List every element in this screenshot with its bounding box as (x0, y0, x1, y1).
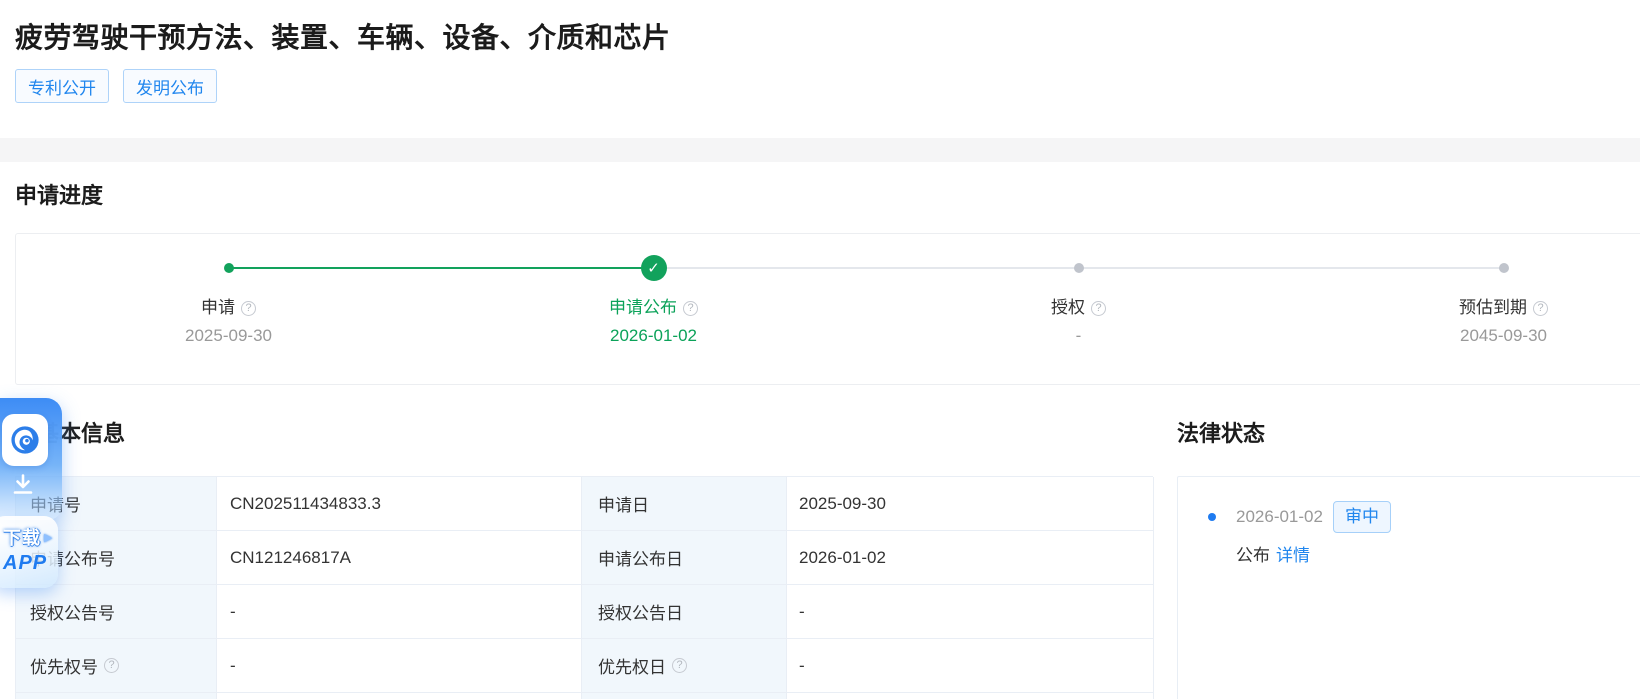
timeline-node (641, 255, 667, 281)
field-label: 优先权号 (16, 639, 217, 693)
help-icon[interactable] (683, 301, 698, 316)
legal-status-action-line: 公布详情 (1236, 541, 1391, 566)
download-arrow-icon (11, 474, 35, 500)
status-badge: 审中 (1333, 501, 1391, 533)
legal-status-section-title: 法律状态 (1177, 420, 1640, 448)
field-label (582, 693, 787, 699)
help-icon[interactable] (672, 658, 687, 673)
legal-status-date: 2026-01-02 (1236, 507, 1323, 527)
timeline-step-application: 申请 2025-09-30 (16, 234, 441, 384)
main-columns: 基本信息 申请号 CN202511434833.3 申请日 2025-09-30… (15, 420, 1640, 699)
patent-detail-page: 疲劳驾驶干预方法、装置、车辆、设备、介质和芯片 专利公开 发明公布 申请进度 申… (0, 0, 1640, 699)
timeline-node (1499, 255, 1509, 281)
help-icon[interactable] (1533, 301, 1548, 316)
timeline-step-label: 授权 (1051, 298, 1106, 318)
field-label-text: 优先权日 (598, 653, 666, 678)
timeline-step-label-text: 授权 (1051, 298, 1085, 318)
timeline-step-publication: 申请公布 2026-01-02 (441, 234, 866, 384)
legal-status-line: 2026-01-02 审中 (1236, 501, 1391, 533)
field-value: - (787, 585, 1154, 639)
bullet-dot-icon (1208, 513, 1216, 521)
section-divider (0, 138, 1640, 162)
timeline-node (224, 255, 234, 281)
detail-link[interactable]: 详情 (1276, 546, 1310, 565)
check-circle-icon (641, 255, 667, 281)
legal-status-item-body: 2026-01-02 审中 公布详情 (1236, 501, 1391, 566)
field-value: - (787, 639, 1154, 693)
field-label: 授权公告号 (16, 585, 217, 639)
app-download-widget[interactable]: 下载 ▶ APP (0, 398, 66, 590)
download-label-row: 下载 ▶ (3, 524, 58, 550)
field-label: 优先权日 (582, 639, 787, 693)
field-label-text: 申请公布日 (598, 545, 683, 570)
progress-section-title: 申请进度 (15, 182, 103, 210)
basic-info-table: 申请号 CN202511434833.3 申请日 2025-09-30 申请公布… (15, 476, 1153, 699)
timeline-step-date: 2025-09-30 (185, 326, 272, 346)
legal-status-action: 公布 (1236, 546, 1270, 565)
tianyancha-logo-icon (2, 414, 48, 466)
field-value: CN202511434833.3 (217, 477, 582, 531)
timeline-step-label-text: 申请公布 (609, 298, 677, 318)
tag-list: 专利公开 发明公布 (15, 69, 217, 103)
timeline-segment-pending (1079, 267, 1504, 269)
timeline-step-date: - (1076, 326, 1082, 346)
timeline-step-estimated-expiry: 预估到期 2045-09-30 (1291, 234, 1640, 384)
timeline-step-label: 申请公布 (609, 298, 698, 318)
field-label-text: 授权公告日 (598, 599, 683, 624)
timeline-step-date: 2045-09-30 (1460, 326, 1547, 346)
timeline-step-grant: 授权 - (866, 234, 1291, 384)
field-label: 申请公布日 (582, 531, 787, 585)
help-icon[interactable] (104, 658, 119, 673)
timeline-step-label: 预估到期 (1459, 298, 1548, 318)
field-label: 授权公告日 (582, 585, 787, 639)
app-label: APP (3, 552, 58, 575)
help-icon[interactable] (1091, 301, 1106, 316)
basic-info-section-title: 基本信息 (15, 420, 1153, 448)
legal-status-card: 2026-01-02 审中 公布详情 (1177, 476, 1640, 699)
field-value: CN121246817A (217, 531, 582, 585)
timeline-step-label: 申请 (201, 298, 256, 318)
legal-status-item: 2026-01-02 审中 公布详情 (1208, 501, 1640, 566)
field-label-text: 优先权号 (30, 653, 98, 678)
basic-info-section: 基本信息 申请号 CN202511434833.3 申请日 2025-09-30… (15, 420, 1153, 699)
field-value: - (217, 585, 582, 639)
legal-status-section: 法律状态 2026-01-02 审中 公布详情 (1177, 420, 1640, 699)
timeline-step-label-text: 申请 (201, 298, 235, 318)
app-download-widget-top (0, 398, 62, 520)
page-title: 疲劳驾驶干预方法、装置、车辆、设备、介质和芯片 (15, 22, 671, 54)
field-value: 2025-09-30 (787, 477, 1154, 531)
tag-invention-publication[interactable]: 发明公布 (123, 69, 217, 103)
field-value (787, 693, 1154, 699)
timeline-node (1074, 255, 1084, 281)
gray-dot-icon (1074, 263, 1084, 273)
page-content: 疲劳驾驶干预方法、装置、车辆、设备、介质和芯片 专利公开 发明公布 申请进度 申… (0, 0, 1640, 699)
field-value: 2026-01-02 (787, 531, 1154, 585)
gray-dot-icon (1499, 263, 1509, 273)
timeline-segment-done (229, 267, 654, 269)
timeline-steps: 申请 2025-09-30 申请公布 2026-01-02 (16, 234, 1640, 384)
timeline-segment-pending (654, 267, 1079, 269)
timeline-step-date: 2026-01-02 (610, 326, 697, 346)
app-download-widget-bubble: 下载 ▶ APP (0, 516, 58, 588)
field-label-text: 申请日 (598, 491, 649, 516)
application-progress-card: 申请 2025-09-30 申请公布 2026-01-02 (15, 233, 1640, 385)
green-dot-icon (224, 263, 234, 273)
tag-patent-publication[interactable]: 专利公开 (15, 69, 109, 103)
help-icon[interactable] (241, 301, 256, 316)
field-value: - (217, 639, 582, 693)
field-label (16, 693, 217, 699)
field-value (217, 693, 582, 699)
download-label: 下载 (3, 524, 41, 550)
field-label-text: 授权公告号 (30, 599, 115, 624)
field-label: 申请日 (582, 477, 787, 531)
play-icon: ▶ (44, 531, 52, 544)
timeline-step-label-text: 预估到期 (1459, 298, 1527, 318)
